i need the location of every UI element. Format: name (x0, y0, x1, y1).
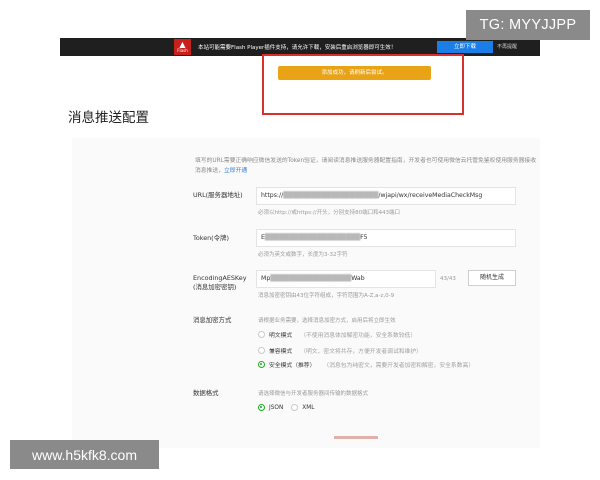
token-redacted: ████████████████████ (264, 234, 361, 241)
encrypt-option-plain[interactable]: 明文模式 （不使用消息体加解密功能，安全系数较低） (258, 330, 416, 339)
watermark-bottom: www.h5kfk8.com (10, 440, 159, 469)
encrypt-option-secure[interactable]: 安全模式（推荐） （消息包为纯密文，需要开发者加密和解密，安全系数高） (258, 360, 474, 369)
intro-text: 填写的URL需要正确响应微信发送的Token验证，请阅读消息推送服务器配置指南，… (195, 156, 540, 176)
option-name: 明文模式 (269, 333, 293, 339)
url-input[interactable]: https://████████████████████/wjapi/wx/re… (256, 187, 516, 205)
radio-unselected[interactable] (258, 347, 265, 354)
aeskey-value-prefix: Mp (261, 275, 271, 282)
format-json[interactable]: JSON (269, 405, 283, 411)
aeskey-input[interactable]: Mp█████████████████Wab (256, 270, 436, 288)
no-remind-link[interactable]: 不再提醒 (497, 43, 517, 50)
option-name: 兼容模式 (269, 349, 293, 355)
aeskey-value-suffix: Wab (351, 275, 365, 282)
aeskey-redacted: █████████████████ (270, 275, 352, 282)
flash-badge: ▲ Flash (174, 39, 191, 55)
radio-selected[interactable] (258, 361, 265, 368)
download-now-button[interactable]: 立即下载 (437, 41, 493, 53)
option-desc: （明文、密文将共存，方便开发者调试和维护） (300, 349, 422, 355)
flash-badge-label: Flash (177, 48, 188, 53)
success-notice: 添加成功，请刷新后尝试。 (278, 66, 431, 80)
url-redacted: ████████████████████ (283, 192, 379, 199)
page-title: 消息推送配置 (68, 110, 149, 126)
token-input[interactable]: E████████████████████F5 (256, 229, 516, 247)
url-hint: 必须以http://或https://开头，分别支持80端口和443端口 (258, 210, 401, 216)
encrypt-mode-hint: 请根据业务需要，选择消息加密方式，启用后将立即生效 (258, 318, 396, 324)
random-generate-button[interactable]: 随机生成 (468, 270, 516, 286)
aeskey-label-line2: (消息加密密钥) (193, 283, 237, 291)
aeskey-label-line1: EncodingAESKey (193, 274, 247, 282)
enable-now-link[interactable]: 立即开通 (224, 168, 247, 174)
submit-button-edge[interactable] (334, 436, 378, 439)
data-format-options: JSON XML (258, 404, 323, 411)
highlight-box (262, 54, 464, 115)
format-xml[interactable]: XML (302, 405, 314, 411)
url-value-suffix: /wjapi/wx/receiveMediaCheckMsg (378, 192, 483, 199)
watermark-top: TG: MYYJJPP (466, 10, 590, 40)
radio-unselected[interactable] (258, 331, 265, 338)
option-desc: （不使用消息体加解密功能，安全系数较低） (300, 333, 417, 339)
radio-unselected[interactable] (291, 404, 299, 411)
data-format-label: 数据格式 (193, 389, 219, 397)
flash-warning-message: 本站可能需要Flash Player插件支持，请允许下载，安装后重启浏览器即可生… (198, 45, 397, 51)
data-format-hint: 请选择微信与开发者服务器间传输的数据格式 (258, 391, 369, 397)
option-name: 安全模式（推荐） (269, 363, 316, 369)
option-desc: （消息包为纯密文，需要开发者加密和解密，安全系数高） (323, 363, 475, 369)
url-value-prefix: https:// (261, 192, 284, 199)
encrypt-option-compatible[interactable]: 兼容模式 （明文、密文将共存，方便开发者调试和维护） (258, 346, 422, 355)
token-hint: 必须为英文或数字，长度为3-32字符 (258, 252, 348, 258)
aeskey-label: EncodingAESKey (消息加密密钥) (193, 274, 247, 292)
aeskey-counter: 43/43 (440, 276, 456, 282)
radio-selected[interactable] (258, 404, 265, 411)
url-label: URL(服务器地址) (193, 191, 243, 199)
encrypt-mode-label: 消息加密方式 (193, 316, 232, 324)
token-value-suffix: F5 (360, 234, 368, 241)
aeskey-hint: 消息加密密钥由43位字符组成，字符范围为A-Z,a-z,0-9 (258, 293, 395, 299)
token-label: Token(令牌) (193, 234, 229, 242)
